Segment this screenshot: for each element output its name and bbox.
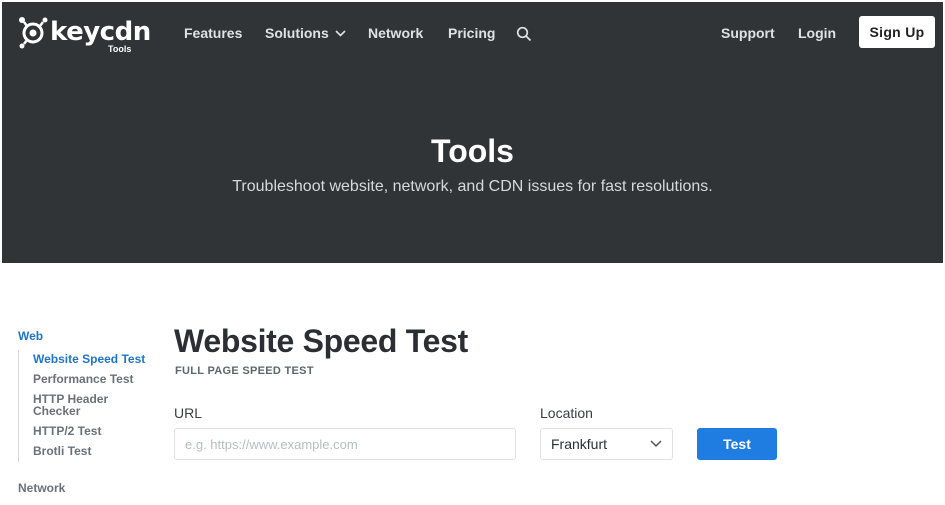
sidebar-item-http2-test[interactable]: HTTP/2 Test	[33, 425, 101, 437]
nav-solutions-label: Solutions	[265, 25, 329, 41]
chevron-down-icon	[335, 30, 346, 37]
url-input[interactable]	[174, 428, 516, 460]
nav-network[interactable]: Network	[368, 24, 423, 42]
sidebar-category-network[interactable]: Network	[18, 481, 65, 495]
url-label: URL	[174, 405, 203, 421]
brand-subtitle: Tools	[108, 44, 132, 54]
nav-features[interactable]: Features	[184, 24, 242, 42]
test-button[interactable]: Test	[697, 428, 777, 460]
brand-logo[interactable]: keycdn Tools	[18, 15, 151, 59]
nav-pricing[interactable]: Pricing	[448, 24, 495, 42]
chevron-down-icon	[650, 440, 662, 448]
sidebar-category-web[interactable]: Web	[18, 329, 43, 343]
signup-button[interactable]: Sign Up	[859, 16, 935, 48]
hero-title: Tools	[431, 133, 514, 169]
keycdn-logo-icon	[19, 17, 48, 49]
location-value: Frankfurt	[551, 436, 608, 452]
nav-support[interactable]: Support	[721, 24, 775, 42]
sidebar-item-website-speed-test[interactable]: Website Speed Test	[33, 353, 145, 365]
hero-banner: keycdn Tools Features Solutions Network …	[2, 2, 943, 263]
location-label: Location	[540, 405, 593, 421]
page-subtitle: FULL PAGE SPEED TEST	[175, 365, 314, 377]
sidebar-item-performance-test[interactable]: Performance Test	[33, 373, 133, 385]
sidebar-item-brotli-test[interactable]: Brotli Test	[33, 445, 91, 457]
sidebar-web-list: Website Speed Test Performance Test HTTP…	[18, 350, 153, 462]
hero-subtitle: Troubleshoot website, network, and CDN i…	[232, 178, 713, 195]
page-title: Website Speed Test	[174, 323, 468, 359]
search-icon[interactable]	[516, 26, 532, 42]
nav-solutions[interactable]: Solutions	[265, 24, 346, 42]
nav-login[interactable]: Login	[798, 24, 836, 42]
top-nav: keycdn Tools Features Solutions Network …	[2, 2, 943, 64]
sidebar-item-http-header-checker[interactable]: HTTP Header Checker	[33, 393, 123, 417]
location-select[interactable]: Frankfurt	[540, 428, 673, 460]
brand-name: keycdn	[50, 17, 151, 47]
